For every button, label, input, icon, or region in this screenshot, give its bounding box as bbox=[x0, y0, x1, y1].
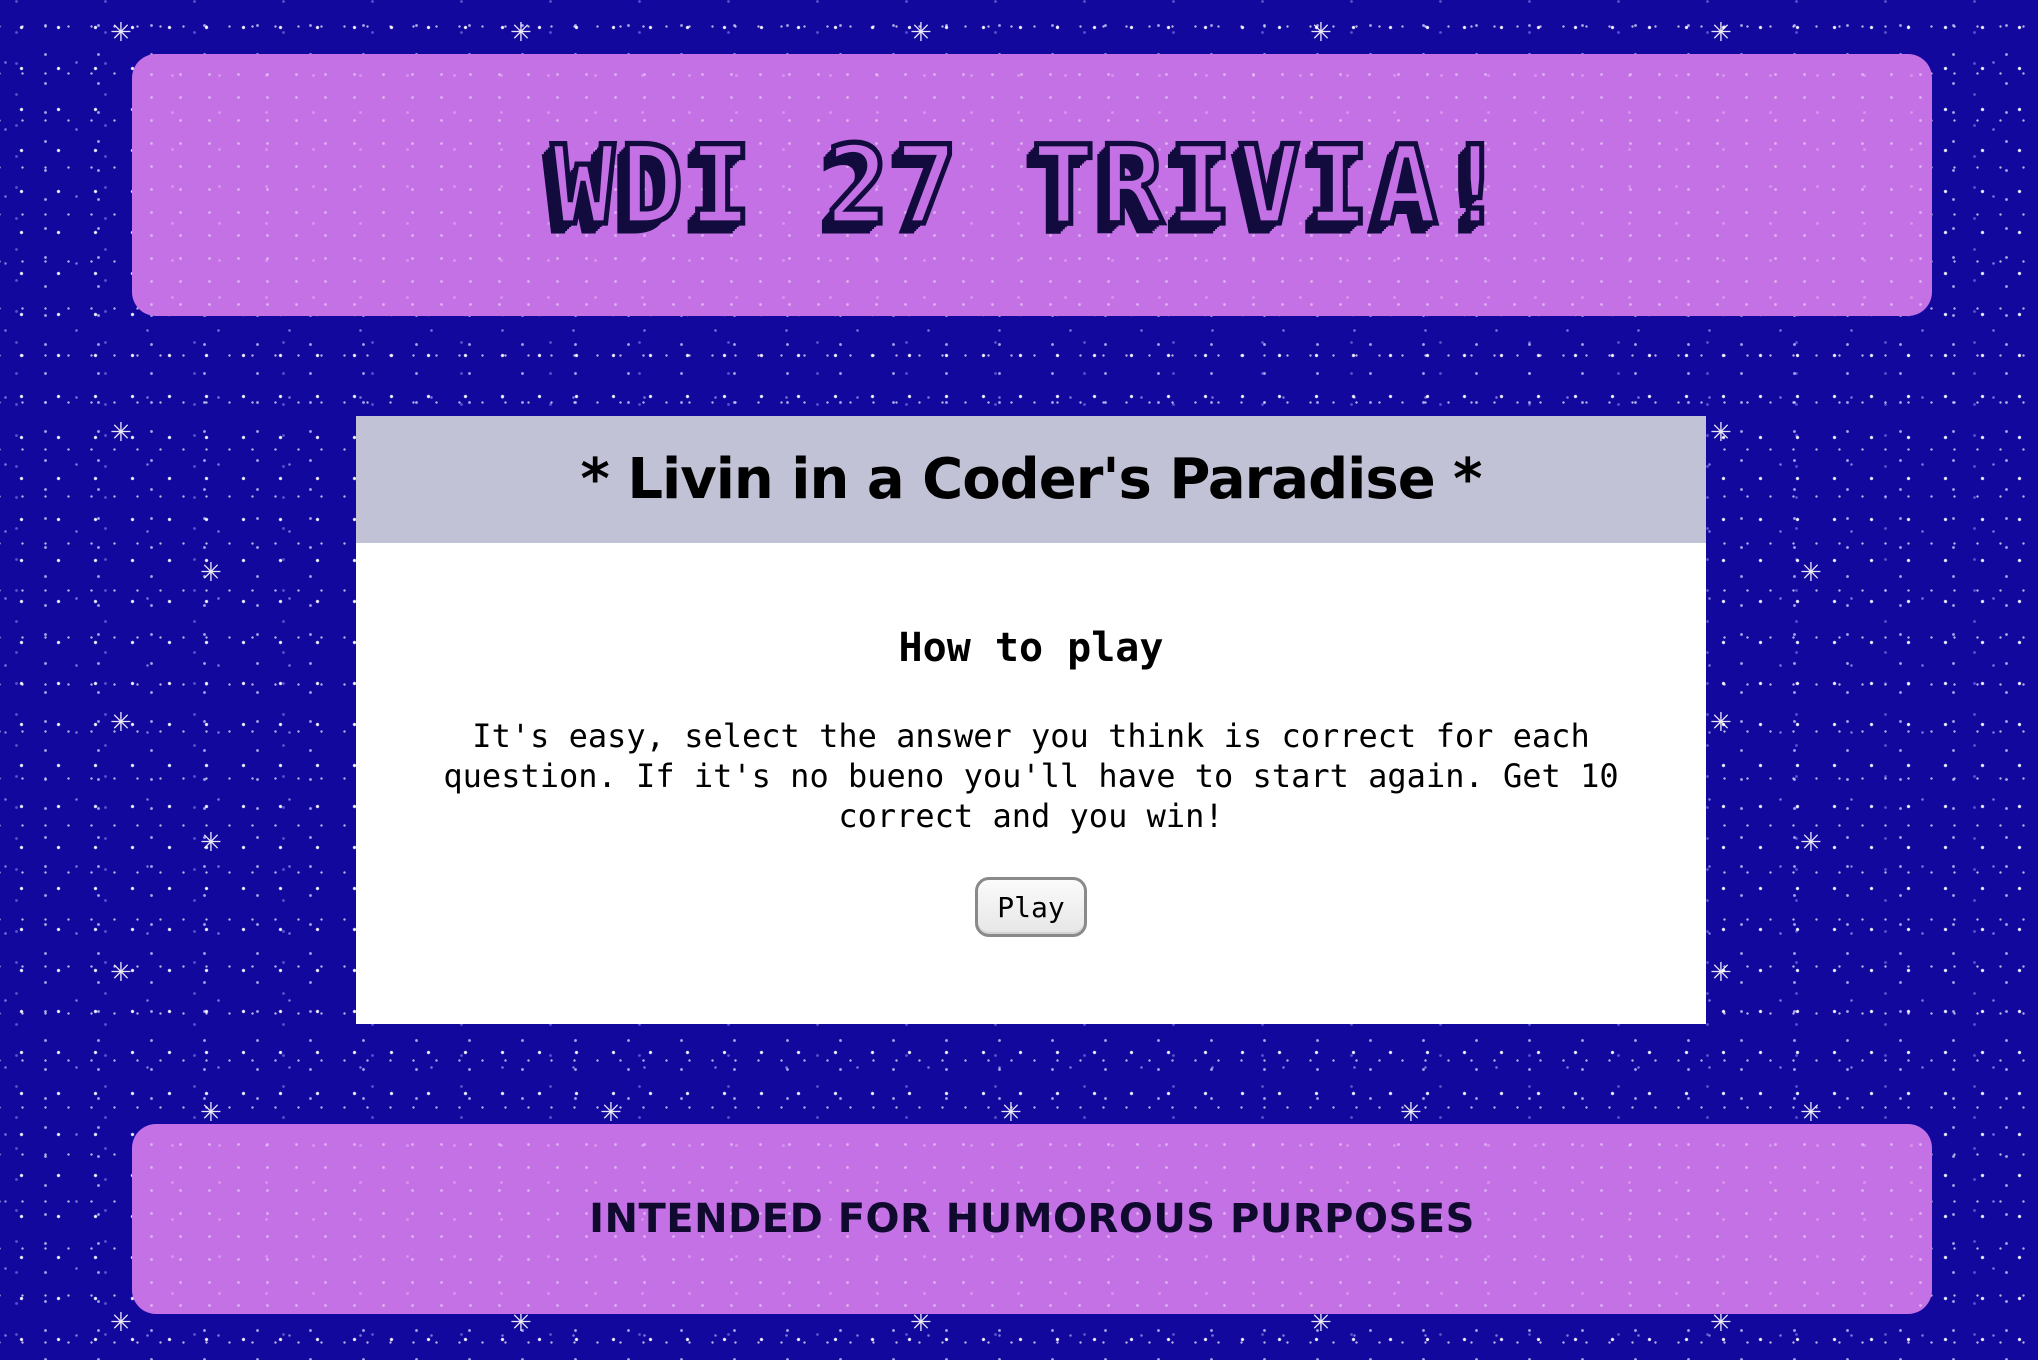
sparkle-icon: ✳ bbox=[1710, 418, 1732, 448]
sparkle-icon: ✳ bbox=[110, 958, 132, 988]
page: { "header": { "title": "WDI 27 TRIVIA!" … bbox=[0, 0, 2038, 1360]
sparkle-icon: ✳ bbox=[200, 828, 222, 858]
sparkle-icon: ✳ bbox=[510, 18, 532, 48]
sparkle-icon: ✳ bbox=[1710, 708, 1732, 738]
sparkle-icon: ✳ bbox=[1710, 958, 1732, 988]
sparkle-icon: ✳ bbox=[910, 18, 932, 48]
sparkle-icon: ✳ bbox=[1800, 1098, 1822, 1128]
sparkle-icon: ✳ bbox=[1000, 1098, 1022, 1128]
card-body: How to play It's easy, select the answer… bbox=[356, 543, 1706, 937]
sparkle-icon: ✳ bbox=[1400, 1098, 1422, 1128]
sparkle-icon: ✳ bbox=[1800, 558, 1822, 588]
sparkle-icon: ✳ bbox=[110, 708, 132, 738]
sparkle-icon: ✳ bbox=[1310, 18, 1332, 48]
sparkle-icon: ✳ bbox=[600, 1098, 622, 1128]
site-title: WDI 27 TRIVIA! bbox=[549, 118, 1513, 251]
how-to-play-heading: How to play bbox=[898, 625, 1164, 671]
site-footer: INTENDED FOR HUMOROUS PURPOSES bbox=[132, 1124, 1932, 1314]
sparkle-icon: ✳ bbox=[110, 418, 132, 448]
game-card: * Livin in a Coder's Paradise * How to p… bbox=[356, 416, 1706, 1024]
sparkle-icon: ✳ bbox=[1710, 18, 1732, 48]
instructions-text: It's easy, select the answer you think i… bbox=[443, 717, 1619, 835]
card-heading: * Livin in a Coder's Paradise * bbox=[580, 447, 1483, 512]
play-button[interactable]: Play bbox=[975, 877, 1087, 937]
card-header: * Livin in a Coder's Paradise * bbox=[356, 416, 1706, 543]
site-header: WDI 27 TRIVIA! bbox=[132, 54, 1932, 316]
sparkle-icon: ✳ bbox=[200, 1098, 222, 1128]
sparkle-icon: ✳ bbox=[110, 1308, 132, 1338]
footer-text: INTENDED FOR HUMOROUS PURPOSES bbox=[589, 1196, 1475, 1242]
sparkle-icon: ✳ bbox=[1800, 828, 1822, 858]
sparkle-icon: ✳ bbox=[110, 18, 132, 48]
sparkle-icon: ✳ bbox=[200, 558, 222, 588]
